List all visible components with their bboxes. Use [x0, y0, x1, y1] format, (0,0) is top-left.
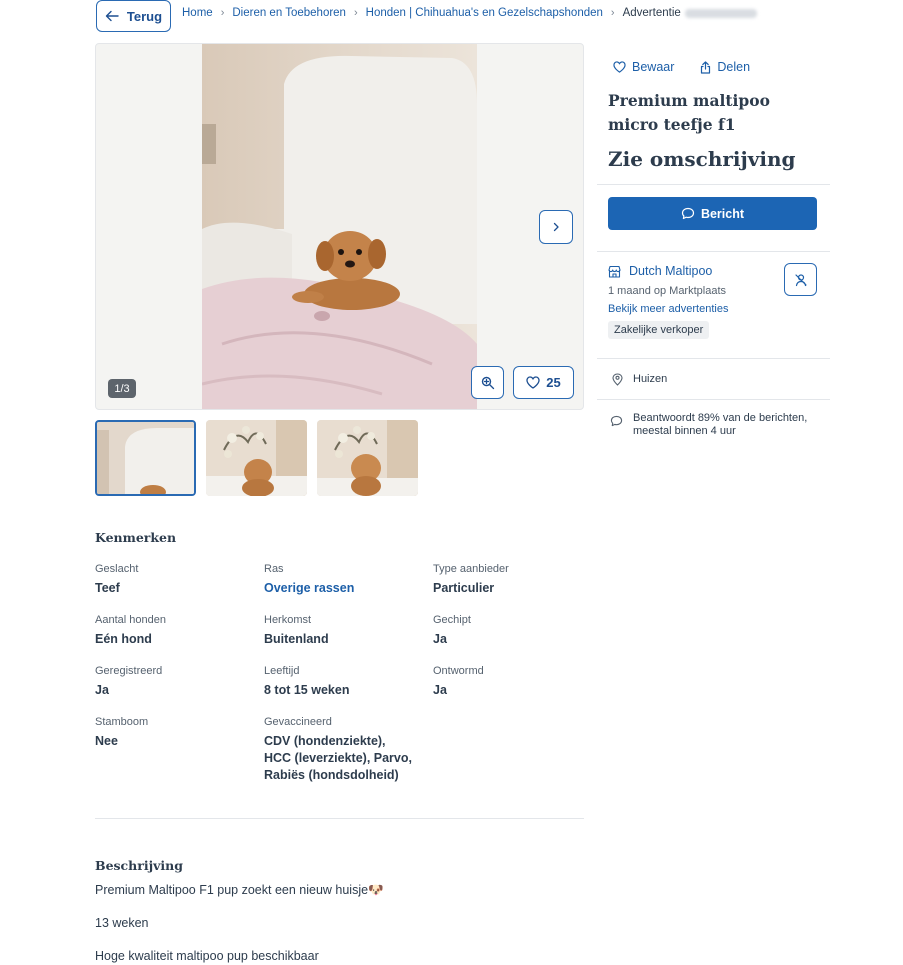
thumbnail[interactable] [95, 420, 196, 496]
main-photo[interactable] [202, 44, 477, 409]
response-text: Beantwoordt 89% van de berichten, meesta… [633, 412, 808, 437]
zoom-button[interactable] [471, 366, 504, 399]
favorite-button[interactable]: 25 [513, 366, 574, 399]
back-button[interactable]: Terug [96, 0, 171, 32]
attribute-value: Ja [95, 683, 109, 697]
description-line: Hoge kwaliteit maltipoo pup beschikbaar [95, 949, 319, 963]
favorite-count: 25 [546, 375, 561, 390]
divider [95, 818, 584, 819]
attribute-value: CDV (hondenziekte), HCC (leverziekte), P… [264, 734, 412, 782]
breadcrumb-current: Advertentie [622, 7, 681, 19]
chat-icon [610, 415, 623, 438]
follow-seller-button[interactable] [784, 263, 817, 296]
share-button[interactable]: Delen [700, 51, 750, 83]
breadcrumb: Home › Dieren en Toebehoren › Honden | C… [182, 7, 757, 19]
attribute: Gechipt Ja [433, 614, 593, 648]
seller-type-badge: Zakelijke verkoper [608, 321, 710, 339]
listing-title: Premium maltipoo micro teefje f1 [608, 91, 770, 134]
location-pin-icon [612, 372, 623, 386]
listing-price: Zie omschrijving [608, 147, 796, 171]
attribute: Aantal honden Eén hond [95, 614, 255, 648]
attribute-label: Stamboom [95, 716, 149, 728]
attribute: Ras Overige rassen [264, 563, 424, 597]
attribute: Geslacht Teef [95, 563, 255, 597]
attribute-value: Teef [95, 581, 120, 595]
attribute-value: 8 tot 15 weken [264, 683, 350, 697]
attribute-label: Type aanbieder [433, 563, 509, 575]
seller-name: Dutch Maltipoo [629, 264, 713, 278]
breadcrumb-home[interactable]: Home [182, 7, 213, 19]
attribute: Ontwormd Ja [433, 665, 593, 699]
attribute-value: Particulier [433, 581, 495, 595]
save-label: Bewaar [632, 60, 675, 74]
message-button[interactable]: Bericht [608, 197, 817, 230]
attribute: Herkomst Buitenland [264, 614, 424, 648]
heart-icon [526, 376, 540, 389]
attribute-label: Leeftijd [264, 665, 300, 677]
save-button[interactable]: Bewaar [613, 51, 674, 83]
store-icon [608, 265, 621, 278]
breadcrumb-subcategory[interactable]: Honden | Chihuahua's en Gezelschapshonde… [366, 7, 603, 19]
breadcrumb-category[interactable]: Dieren en Toebehoren [232, 7, 346, 19]
attribute-label: Aantal honden [95, 614, 166, 626]
attribute-label: Geregistreerd [95, 665, 163, 677]
chevron-right-icon: › [220, 7, 225, 19]
attribute-label: Gechipt [433, 614, 471, 626]
attribute: Stamboom Nee [95, 716, 255, 750]
attribute-value: Buitenland [264, 632, 329, 646]
location-text: Huizen [633, 373, 668, 385]
redacted-ad-id [684, 8, 757, 18]
characteristics-title: Kenmerken [95, 530, 177, 545]
attribute-label: Ontwormd [433, 665, 484, 677]
breed-link[interactable]: Overige rassen [264, 580, 424, 597]
share-icon [700, 60, 711, 74]
attribute-label: Gevaccineerd [264, 716, 332, 728]
description-line: 13 weken [95, 916, 149, 930]
arrow-left-icon [105, 9, 119, 23]
image-gallery: 1/3 25 [95, 43, 584, 410]
message-label: Bericht [700, 206, 745, 221]
share-label: Delen [717, 60, 751, 74]
more-ads-link[interactable]: Bekijk meer advertenties [608, 303, 830, 315]
attribute-label: Ras [264, 563, 284, 575]
response-rate: Beantwoordt 89% van de berichten, meesta… [597, 400, 830, 438]
attribute: Leeftijd 8 tot 15 weken [264, 665, 424, 699]
sidebar: Bewaar Delen Premium maltipoo micro teef… [597, 43, 830, 438]
zoom-icon [481, 376, 495, 390]
thumbnail[interactable] [317, 420, 418, 496]
attribute: Geregistreerd Ja [95, 665, 255, 699]
thumbnail[interactable] [206, 420, 307, 496]
seller-card: Dutch Maltipoo 1 maand op Marktplaats Be… [597, 252, 830, 358]
image-counter: 1/3 [108, 379, 136, 398]
attribute-label: Geslacht [95, 563, 139, 575]
attribute-value: Nee [95, 734, 118, 748]
back-label: Terug [126, 8, 163, 24]
heart-icon [613, 61, 626, 73]
attribute: Type aanbieder Particulier [433, 563, 593, 597]
chevron-right-icon: › [353, 7, 358, 19]
attribute-value: Ja [433, 683, 447, 697]
attribute: Gevaccineerd CDV (hondenziekte), HCC (lev… [264, 716, 414, 784]
user-icon [794, 273, 808, 287]
thumbnail-strip [95, 420, 418, 496]
description-line: Premium Maltipoo F1 pup zoekt een nieuw … [95, 883, 384, 897]
chevron-right-icon [551, 222, 561, 232]
attribute-value: Ja [433, 632, 447, 646]
chat-icon [681, 207, 695, 220]
next-image-button[interactable] [539, 210, 573, 244]
listing-actions: Bewaar Delen [597, 43, 830, 83]
attribute-label: Herkomst [264, 614, 312, 626]
chevron-right-icon: › [610, 7, 615, 19]
description-title: Beschrijving [95, 858, 183, 873]
divider [597, 184, 830, 185]
location: Huizen [597, 359, 830, 399]
attribute-value: Eén hond [95, 632, 152, 646]
